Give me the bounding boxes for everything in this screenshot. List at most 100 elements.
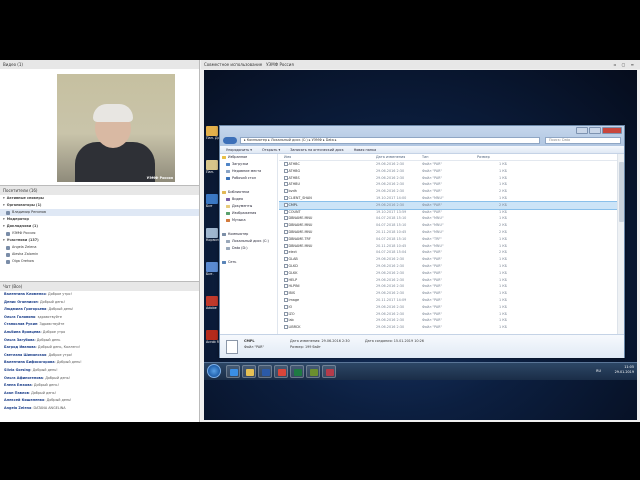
chat-sender: Альбина Яровцева	[4, 329, 41, 334]
explorer-window[interactable]: ▸ Компьютер ▸ Локальный диск (C:) ▸ УЭМФ…	[219, 125, 625, 358]
file-row[interactable]: lab 29.06.2016 2:30 Файл "PAR" 1 КБ	[279, 317, 617, 324]
column-type[interactable]: Тип	[422, 154, 467, 161]
file-row[interactable]: CMPL 29.06.2016 2:30 Файл "PAR" 2 КБ	[279, 200, 617, 210]
file-row[interactable]: HELP 29.06.2016 2:30 Файл "PAR" 1 КБ	[279, 277, 617, 284]
file-row[interactable]: IO 29.06.2016 2:30 Файл "PAR" 1 КБ	[279, 304, 617, 311]
nav-item[interactable]: Изображения	[220, 210, 277, 217]
desktop-icon[interactable]: Adobe	[206, 296, 218, 310]
taskbar-app-app7[interactable]	[322, 365, 336, 378]
desktop-icon[interactable]: Бит.	[206, 262, 218, 276]
attendee-row[interactable]: Alesha Zalomin	[0, 251, 199, 258]
expand-arrow-icon[interactable]: ▾	[3, 216, 5, 223]
attendee-group[interactable]: ▾ Докладчики (1)	[0, 223, 199, 230]
minimize-icon[interactable]: ▫	[614, 62, 619, 67]
taskbar-app-chrome[interactable]	[274, 365, 288, 378]
clock[interactable]: 11:05 29.01.2019	[615, 365, 634, 375]
explorer-titlebar[interactable]: ▸ Компьютер ▸ Локальный диск (C:) ▸ УЭМФ…	[220, 126, 624, 146]
attendee-row[interactable]: Olga Orehow	[0, 258, 199, 265]
file-row[interactable]: GLKD 29.06.2016 2:30 Файл "PAR" 1 КБ	[279, 263, 617, 270]
nav-item[interactable]	[220, 182, 277, 189]
taskbar-app-word[interactable]	[258, 365, 272, 378]
taskbar-app-app6[interactable]	[306, 365, 320, 378]
start-button[interactable]	[207, 364, 221, 378]
command-button[interactable]: Записать на оптический диск	[290, 146, 343, 153]
file-row[interactable]: ATHBS 29.06.2016 2:30 Файл "PAR" 1 КБ	[279, 175, 617, 182]
column-name[interactable]: Имя	[284, 154, 374, 161]
file-row[interactable]: GLAB 29.06.2016 2:30 Файл "PAR" 1 КБ	[279, 256, 617, 263]
nav-item[interactable]: Библиотеки	[220, 189, 277, 196]
back-forward-icon[interactable]	[223, 137, 237, 144]
attendee-group[interactable]: ▾ Организаторы (1)	[0, 202, 199, 209]
address-bar[interactable]: ▸ Компьютер ▸ Локальный диск (C:) ▸ УЭМФ…	[240, 137, 540, 144]
nav-item[interactable]: Data (D:)	[220, 245, 277, 252]
presenter-hair	[93, 104, 133, 122]
file-row[interactable]: DBNAME.MNU 20.11.2018 10:45 Файл "MNU" 1 КБ	[279, 243, 617, 250]
nav-item[interactable]	[220, 224, 277, 231]
nav-item[interactable]: Загрузки	[220, 161, 277, 168]
file-row[interactable]: DBNAME.MNU 04.07.2018 15:10 Файл "MNU" 2 КБ	[279, 222, 617, 229]
nav-item[interactable]	[220, 252, 277, 259]
file-row[interactable]: COUNT 19.10.2017 13:59 Файл "PAR" 1 КБ	[279, 209, 617, 216]
nav-item[interactable]: Недавние места	[220, 168, 277, 175]
file-row[interactable]: CLIENT_SHAN 19.10.2017 14:00 Файл "MNU" 1 К…	[279, 195, 617, 202]
scrollbar-thumb[interactable]	[619, 162, 624, 222]
file-row[interactable]: ATHBC 29.06.2016 2:30 Файл "PAR" 1 КБ	[279, 161, 617, 168]
nav-item[interactable]: Рабочий стол	[220, 175, 277, 182]
minimize-button[interactable]	[576, 127, 588, 134]
language-indicator[interactable]: RU	[596, 369, 601, 373]
file-row[interactable]: GLKK 29.06.2016 2:30 Файл "PAR" 1 КБ	[279, 270, 617, 277]
attendee-group[interactable]: ▾ Модератор	[0, 216, 199, 223]
expand-arrow-icon[interactable]: ▾	[3, 237, 5, 244]
command-button[interactable]: Открыть ▾	[262, 146, 280, 153]
column-size[interactable]: Размер	[477, 154, 507, 161]
file-row[interactable]: IBIS 29.06.2016 2:30 Файл "PAR" 1 КБ	[279, 290, 617, 297]
file-row[interactable]: DBNAME.MNU 20.11.2018 10:45 Файл "MNU" 2 КБ	[279, 229, 617, 236]
attendee-group[interactable]: ▾ Активные спикеры	[0, 195, 199, 202]
command-button[interactable]: Новая папка	[354, 146, 376, 153]
file-size: 1 КБ	[499, 270, 507, 275]
taskbar-app-ie[interactable]	[226, 365, 240, 378]
file-icon	[284, 189, 288, 194]
search-input[interactable]: Поиск: Data	[545, 137, 621, 144]
file-row[interactable]: DBNAME.MNU 04.07.2018 15:10 Файл "MNU" 1 КБ	[279, 215, 617, 222]
maximize-button[interactable]	[589, 127, 601, 134]
share-window-controls[interactable]: ▫ ▢ ≡	[614, 62, 636, 67]
file-list-scrollbar[interactable]	[617, 154, 624, 334]
file-type: Файл "PAR"	[422, 182, 443, 187]
file-row[interactable]: IZO 29.06.2016 2:30 Файл "PAR" 1 КБ	[279, 311, 617, 318]
nav-item[interactable]: Сеть	[220, 259, 277, 266]
attendee-row[interactable]: УЭМФ Россия	[0, 230, 199, 237]
file-row[interactable]: DBNAME.TRF 04.07.2018 15:10 Файл "TRF" 1 КБ	[279, 236, 617, 243]
nav-item[interactable]: Компьютер	[220, 231, 277, 238]
webcam-video[interactable]: УЭМФ Россия	[57, 74, 175, 182]
attendee-row[interactable]: Angela Zelena	[0, 244, 199, 251]
file-row[interactable]: elect 04.07.2018 15:04 Файл "PAR" 2 КБ	[279, 249, 617, 256]
nav-item[interactable]: Видео	[220, 196, 277, 203]
file-row[interactable]: LIBRCK 29.06.2016 2:30 Файл "PAR" 1 КБ	[279, 324, 617, 331]
attendee-row[interactable]: Владимир Репинов	[0, 209, 199, 216]
expand-arrow-icon[interactable]: ▾	[3, 202, 5, 209]
column-date[interactable]: Дата изменения	[376, 154, 426, 161]
file-row[interactable]: HLPINI 29.06.2016 2:30 Файл "PAR" 1 КБ	[279, 283, 617, 290]
file-row[interactable]: ATHBU 29.06.2016 2:30 Файл "PAR" 1 КБ	[279, 181, 617, 188]
menu-icon[interactable]: ≡	[631, 62, 636, 67]
maximize-icon[interactable]: ▢	[622, 62, 628, 67]
attendee-group[interactable]: ▾ Участники (137)	[0, 237, 199, 244]
taskbar-app-excel[interactable]	[290, 365, 304, 378]
command-button[interactable]: Упорядочить ▾	[226, 146, 252, 153]
nav-item[interactable]: Музыка	[220, 217, 277, 224]
nav-item[interactable]: Документы	[220, 203, 277, 210]
file-row[interactable]: bvdh 29.06.2016 2:30 Файл "PAR" 2 КБ	[279, 188, 617, 195]
chat-messages[interactable]: Валентина Клименко: Доброе утро! Денис Ог…	[0, 291, 199, 413]
nav-item[interactable]: Локальный диск (C:)	[220, 238, 277, 245]
expand-arrow-icon[interactable]: ▾	[3, 223, 5, 230]
nav-item[interactable]: Избранное	[220, 154, 277, 161]
expand-arrow-icon[interactable]: ▾	[3, 195, 5, 202]
file-row[interactable]: image 20.11.2017 14:09 Файл "PAR" 1 КБ	[279, 297, 617, 304]
file-row[interactable]: ATHBG 29.06.2016 2:30 Файл "PAR" 1 КБ	[279, 168, 617, 175]
taskbar-app-explorer[interactable]	[242, 365, 256, 378]
chat-message: Елена Ежкова: Добрый день!	[0, 382, 199, 390]
desktop-icon[interactable]: Бит	[206, 194, 218, 208]
close-button[interactable]	[602, 127, 622, 134]
desktop-icon[interactable]: Пан.	[206, 160, 218, 174]
